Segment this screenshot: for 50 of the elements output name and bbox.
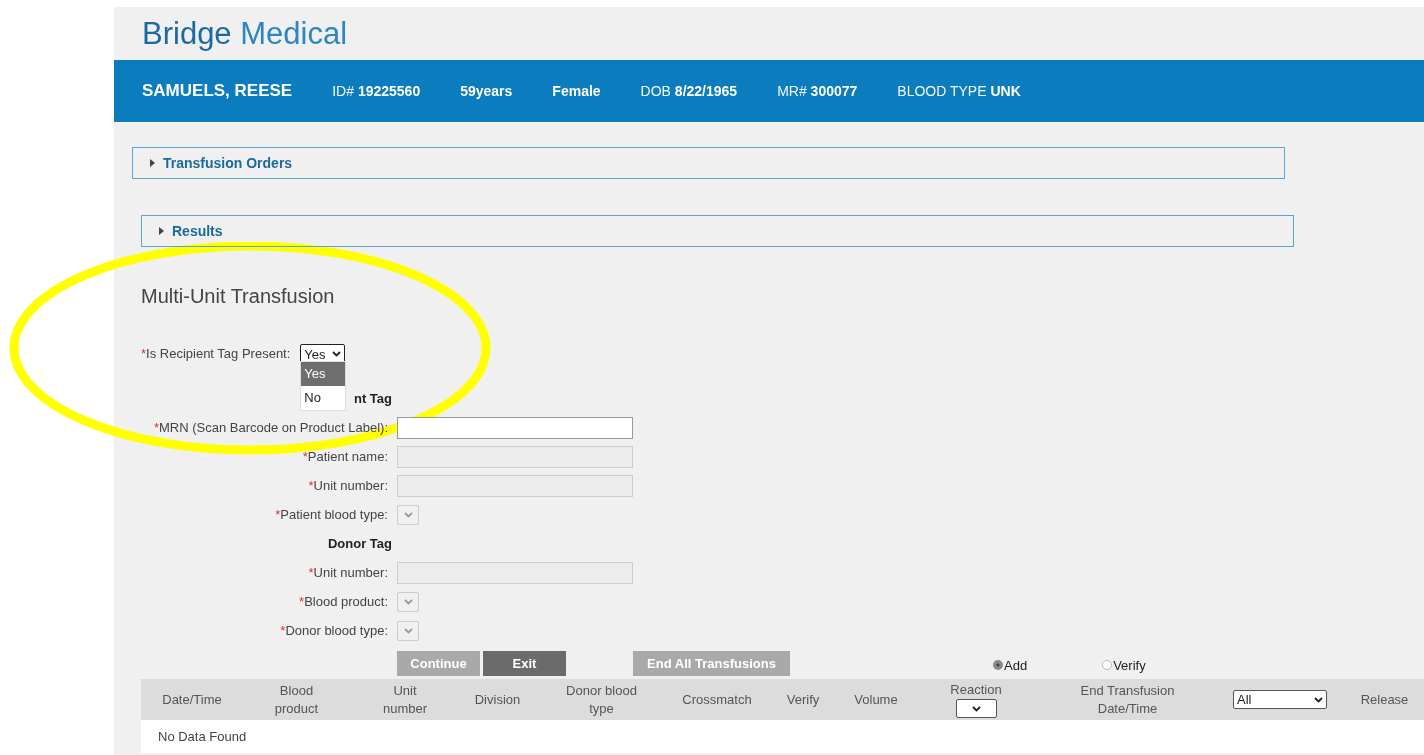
text-field[interactable] — [397, 417, 633, 439]
column-header: Donor blood type — [565, 681, 638, 718]
column-header: Release — [1360, 690, 1409, 709]
dropdown-option[interactable]: Yes — [301, 362, 346, 386]
field-label: *Patient name: — [301, 448, 388, 466]
column-header: Blood product — [273, 681, 320, 718]
patient-field: 59years — [460, 83, 513, 99]
patient-name: SAMUELS, REESE — [142, 81, 293, 101]
dropdown[interactable] — [955, 699, 997, 718]
caret-icon — [403, 599, 413, 605]
column-header: Division — [474, 690, 521, 709]
patient-field: MR# 300077 — [777, 83, 858, 99]
column-header: End Transfusion Date/Time — [1079, 681, 1176, 718]
column-header: Reaction — [950, 681, 1002, 699]
empty-message: No Data Found — [158, 729, 247, 744]
field-label: *Patient blood type: — [274, 506, 388, 524]
caret-icon — [1314, 696, 1323, 703]
patient-field: DOB 8/22/1965 — [640, 83, 738, 99]
field-label: *MRN (Scan Barcode on Product Label): — [152, 419, 388, 437]
form-section-heading: Donor Tag — [327, 535, 392, 553]
caret-icon — [403, 512, 413, 518]
patient-field: Female — [552, 83, 601, 99]
form-title: Multi-Unit Transfusion — [141, 285, 336, 309]
field-label: *Is Recipient Tag Present: — [141, 345, 291, 363]
field-label: *Unit number: — [307, 477, 388, 495]
form-section-heading: nt Tag — [353, 390, 392, 408]
app-title: Bridge Medical — [142, 18, 348, 49]
column-header: Verify — [786, 690, 820, 709]
caret-icon — [403, 628, 413, 634]
column-header: Date/Time — [162, 690, 222, 709]
dropdown[interactable]: All — [1233, 690, 1327, 709]
field-label: *Blood product: — [298, 593, 388, 611]
action-button[interactable]: Exit — [483, 650, 566, 676]
patient-field: BLOOD TYPE UNK — [897, 83, 1021, 99]
radio-label[interactable]: Add — [1004, 657, 1028, 673]
radio-button[interactable] — [993, 660, 1003, 670]
collapsible-section[interactable]: Transfusion Orders — [132, 147, 1285, 179]
collapsible-section[interactable]: Results — [141, 215, 1294, 247]
column-header: Volume — [854, 690, 898, 709]
dropdown[interactable]: Yes — [300, 344, 346, 364]
field-label: *Donor blood type: — [279, 622, 388, 640]
field-label: *Unit number: — [307, 564, 388, 582]
radio-button[interactable] — [1102, 660, 1113, 670]
column-header: Unit number — [381, 681, 429, 718]
patient-field: ID# 19225560 — [332, 83, 421, 99]
caret-icon — [332, 351, 342, 357]
radio-label[interactable]: Verify — [1113, 657, 1146, 673]
column-header: Crossmatch — [682, 690, 752, 709]
dropdown-option[interactable]: No — [301, 386, 346, 410]
caret-icon — [971, 705, 981, 712]
